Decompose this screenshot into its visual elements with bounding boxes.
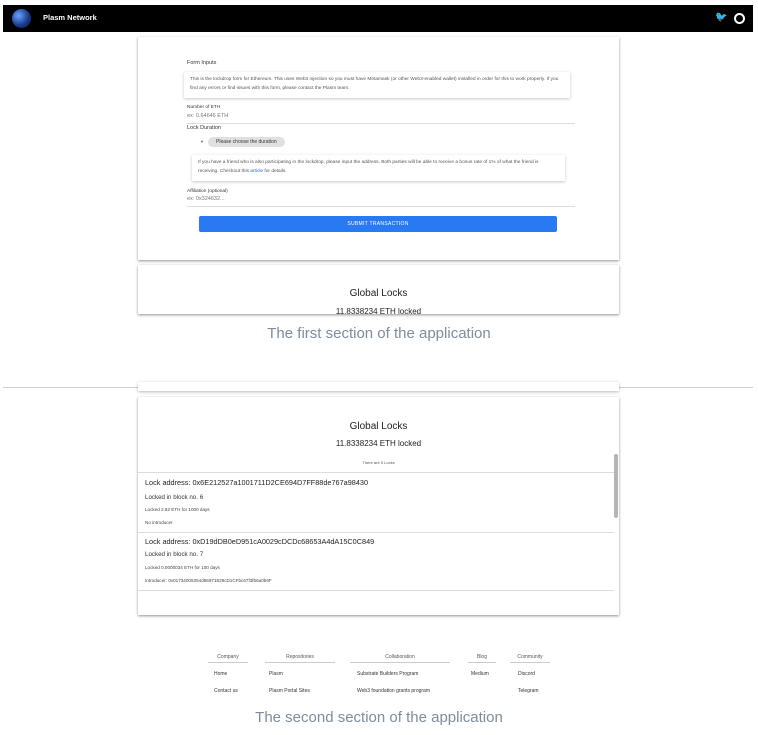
footer-underline (350, 662, 450, 663)
footer-underline (468, 662, 496, 663)
lock-address: Lock address: 0xD19dDB0eD951cA0029cDCDc6… (145, 537, 375, 546)
lock-list-scrollbar[interactable] (614, 454, 618, 518)
list-divider (138, 590, 614, 591)
footer-heading-company: Company (217, 654, 239, 660)
global-locks-card-preview: Global Locks 11.8338234 ETH locked (138, 265, 619, 314)
submit-transaction-button[interactable]: SUBMIT TRANSACTION (199, 216, 557, 232)
eth-input[interactable]: ex: 0.64646 ETH (187, 113, 228, 119)
friend-text-tail: for details. (264, 169, 287, 174)
footer-link-contact[interactable]: Contact us (214, 688, 238, 694)
duration-label: Lock Duration (187, 125, 221, 131)
footer-underline (265, 662, 335, 663)
footer-underline (510, 662, 550, 663)
caption-second: The second section of the application (255, 709, 503, 726)
footer-link-substrate[interactable]: Substrate Builders Program (357, 671, 418, 677)
lock-count: There are 5 Locks (362, 460, 395, 465)
lock-introducer: No introducer (145, 520, 173, 525)
footer-heading-blog: Blog (476, 654, 487, 660)
lock-block: Locked in block no. 7 (145, 551, 204, 558)
github-icon[interactable] (734, 13, 745, 24)
plasm-logo-icon[interactable] (12, 9, 31, 28)
lock-amount: Locked 0.0000034 ETH for 100 days (145, 565, 220, 570)
affiliation-underline (187, 206, 575, 207)
previous-card-edge (138, 382, 619, 391)
affiliation-label: Affiliation (optional) (187, 189, 228, 194)
global-locks-title: Global Locks (349, 421, 408, 432)
global-locks-total: 11.8338234 ETH locked (335, 307, 422, 314)
friend-text: If you have a friend who is also partici… (198, 158, 560, 176)
brand-name[interactable]: Plasm Network (43, 13, 97, 22)
affiliation-input[interactable]: ex: 0x324632... (187, 196, 225, 202)
eth-label: Number of ETH (187, 105, 221, 110)
caption-first: The first section of the application (267, 325, 491, 342)
footer-link-plasm[interactable]: Plasm (269, 671, 283, 677)
footer-link-portal-sites[interactable]: Plasm Portal Sites (269, 688, 310, 694)
footer-link-medium[interactable]: Medium (471, 671, 489, 677)
lock-address: Lock address: 0x6E212527a1001711D2CE694D… (145, 478, 368, 487)
footer-heading-collaboration: Collaboration (385, 654, 415, 660)
lock-block: Locked in block no. 6 (145, 494, 204, 501)
lock-amount: Locked 2.82 ETH for 1000 days (145, 507, 210, 512)
global-locks-total: 11.8338234 ETH locked (335, 439, 422, 448)
duration-select[interactable]: Please choose the duration (208, 137, 285, 147)
footer-underline (208, 662, 248, 663)
footer-link-web3-grants[interactable]: Web3 foundation grants program (357, 688, 430, 694)
eth-input-underline (187, 123, 575, 124)
form-title: Form Inputs (187, 60, 217, 66)
footer-heading-community: Community (517, 654, 543, 660)
chevron-down-icon[interactable]: ▼ (200, 139, 204, 144)
footer-link-telegram[interactable]: Telegram (518, 688, 539, 694)
footer-link-home[interactable]: Home (214, 671, 227, 677)
article-link[interactable]: article (250, 169, 263, 174)
list-divider (138, 532, 614, 533)
twitter-icon[interactable]: 🐦 (715, 12, 727, 23)
footer-link-discord[interactable]: Discord (518, 671, 535, 677)
global-locks-title: Global Locks (349, 288, 408, 299)
top-app-bar: Plasm Network 🐦 (3, 5, 753, 32)
list-divider (138, 472, 614, 473)
intro-text: This is the lockdrop form for Ethereum. … (190, 77, 559, 91)
lock-introducer: Introducer: 0x01734005354d56971829cD1CFb… (145, 578, 272, 583)
footer-heading-repositories: Repositories (286, 654, 314, 660)
